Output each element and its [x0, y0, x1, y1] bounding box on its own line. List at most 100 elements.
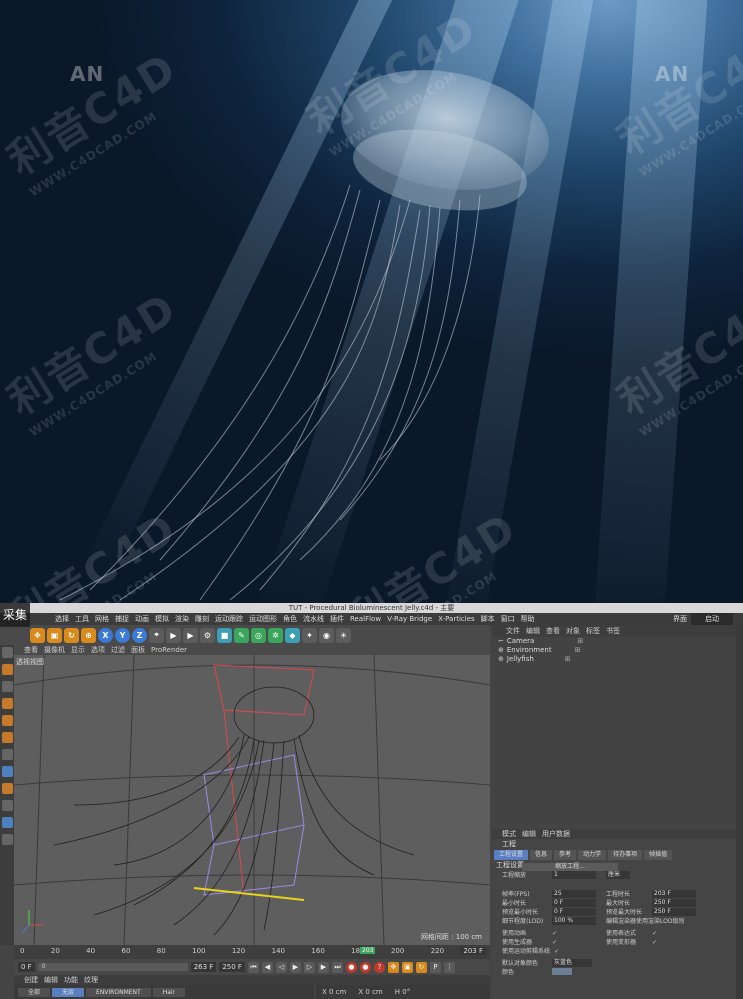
menu-item[interactable]: 模拟 [155, 613, 169, 625]
object-menu-item[interactable]: 文件 [506, 625, 520, 637]
render-settings-icon[interactable]: ⚙ [200, 627, 215, 643]
object-menu-item[interactable]: 对象 [566, 625, 580, 637]
z-axis-lock[interactable]: Z [132, 627, 147, 643]
menu-item[interactable]: 选择 [55, 613, 69, 625]
texture-mode-icon[interactable] [1, 681, 13, 692]
preview-max-input[interactable]: 250 F [652, 908, 696, 916]
prev-key-icon[interactable]: ◀ [261, 961, 273, 973]
menu-item[interactable]: 雕刻 [195, 613, 209, 625]
menu-item[interactable]: 渲染 [175, 613, 189, 625]
menu-item[interactable]: 脚本 [481, 613, 495, 625]
menu-item[interactable]: 窗口 [501, 613, 515, 625]
lock-icon[interactable] [1, 800, 13, 811]
viewport-menu-item[interactable]: 过滤 [111, 645, 125, 655]
tab-project-settings[interactable]: 工程设置 [494, 850, 529, 860]
menu-item[interactable]: 运动跟踪 [215, 613, 243, 625]
cube-primitive-icon[interactable]: ■ [217, 627, 232, 643]
default-color-dropdown[interactable]: 灰蓝色 [552, 959, 592, 967]
menu-item[interactable]: 帮助 [521, 613, 535, 625]
coord-size-x[interactable]: X 0 cm [358, 985, 382, 999]
object-visibility-icon[interactable]: ⊞ [577, 637, 583, 646]
deformer-icon[interactable]: ◆ [285, 627, 300, 643]
use-animation-checkbox[interactable]: ✓ [552, 929, 562, 938]
attr-menu-item[interactable]: 模式 [502, 829, 516, 839]
viewport-menu-item[interactable]: 选项 [91, 645, 105, 655]
project-length-input[interactable]: 203 F [652, 890, 696, 898]
model-mode-icon[interactable] [1, 664, 13, 675]
next-key-icon[interactable]: ▶ [317, 961, 329, 973]
prev-frame-icon[interactable]: ◁ [275, 961, 287, 973]
start-frame-field[interactable]: 0 F [18, 962, 35, 972]
tab-no-layer[interactable]: 无层 [52, 987, 85, 997]
menu-item[interactable]: 角色 [283, 613, 297, 625]
preview-max-field[interactable]: 263 F [190, 962, 217, 972]
tab-hair[interactable]: Hair [152, 987, 186, 997]
menu-item[interactable]: 捕捉 [115, 613, 129, 625]
max-time-input[interactable]: 250 F [652, 899, 696, 907]
frame-range-slider[interactable]: 0 [37, 963, 188, 971]
record-icon[interactable]: ● [345, 961, 357, 973]
tab-environment[interactable]: ENVIRONMENT [86, 987, 151, 997]
y-axis-lock[interactable]: Y [115, 627, 130, 643]
object-row-jellyfish[interactable]: ⊕ Jellyfish ⊞ [492, 655, 736, 664]
current-frame-marker[interactable]: 203 [360, 947, 376, 954]
preview-min-input[interactable]: 0 F [552, 908, 596, 916]
attr-menu-item[interactable]: 用户数据 [542, 829, 570, 839]
color-swatch[interactable] [552, 968, 572, 975]
go-to-start-icon[interactable]: ⏮ [247, 961, 259, 973]
viewport-menu-item[interactable]: 摄像机 [44, 645, 65, 655]
menu-item[interactable]: X-Particles [438, 613, 474, 625]
menu-item[interactable]: 网格 [95, 613, 109, 625]
material-menu-item[interactable]: 创建 [24, 975, 38, 985]
move-tool-icon[interactable]: ✥ [30, 627, 45, 643]
render-picture-viewer-icon[interactable]: ▶ [183, 627, 198, 643]
menu-item[interactable]: 流水线 [303, 613, 324, 625]
menu-item[interactable]: 工具 [75, 613, 89, 625]
layout-dropdown[interactable]: 启动 [691, 613, 733, 625]
scale-project-button[interactable]: 缩放工程... [522, 863, 618, 871]
pla-key-icon[interactable]: ⋮ [443, 961, 455, 973]
tab-dynamics[interactable]: 动力学 [578, 850, 607, 860]
use-motion-system-checkbox[interactable]: ✓ [554, 947, 564, 956]
sculpt-icon[interactable] [1, 817, 13, 828]
coordinate-system-icon[interactable]: ⌖ [149, 627, 164, 643]
points-mode-icon[interactable] [1, 698, 13, 709]
coord-position-x[interactable]: X 0 cm [322, 985, 346, 999]
viewport-menu-item[interactable]: 面板 [131, 645, 145, 655]
x-axis-lock[interactable]: X [98, 627, 113, 643]
keyframe-selection-icon[interactable]: ? [373, 961, 385, 973]
array-icon[interactable]: ✲ [268, 627, 283, 643]
autokey-icon[interactable]: ● [359, 961, 371, 973]
spline-pen-icon[interactable]: ✎ [234, 627, 249, 643]
menu-item[interactable]: 插件 [330, 613, 344, 625]
object-menu-item[interactable]: 查看 [546, 625, 560, 637]
use-expressions-checkbox[interactable]: ✓ [652, 929, 662, 938]
viewport-menu-item[interactable]: 查看 [24, 645, 38, 655]
object-menu-item[interactable]: 书签 [606, 625, 620, 637]
camera-icon[interactable]: ◉ [319, 627, 334, 643]
timeline-end-field[interactable]: 203 F [460, 947, 486, 955]
next-frame-icon[interactable]: ▷ [303, 961, 315, 973]
light-icon[interactable]: ☀ [336, 627, 351, 643]
axis-mode-icon[interactable] [1, 749, 13, 760]
param-key-icon[interactable]: P [429, 961, 441, 973]
tab-all[interactable]: 全部 [18, 987, 51, 997]
select-mode-icon[interactable] [1, 647, 13, 658]
render-view-icon[interactable]: ▶ [166, 627, 181, 643]
position-key-icon[interactable]: ✥ [387, 961, 399, 973]
edges-mode-icon[interactable] [1, 715, 13, 726]
lod-input[interactable]: 100 % [552, 917, 596, 925]
play-icon[interactable]: ▶ [289, 961, 301, 973]
rotate-tool-icon[interactable]: ↻ [64, 627, 79, 643]
tab-todo[interactable]: 待办事项 [608, 850, 643, 860]
object-visibility-icon[interactable]: ⊞ [565, 655, 571, 664]
object-row-environment[interactable]: ⊕ Environment ⊞ [492, 646, 736, 655]
snap-icon[interactable] [1, 766, 13, 777]
nurbs-icon[interactable]: ◎ [251, 627, 266, 643]
object-row-camera[interactable]: ⌐ Camera ⊞ [492, 637, 736, 646]
scene-icon[interactable]: ✦ [302, 627, 317, 643]
perspective-viewport[interactable]: 透视视图 网格间距 : 100 cm [14, 655, 490, 945]
tab-reference[interactable]: 参考 [554, 850, 577, 860]
use-generators-checkbox[interactable]: ✓ [552, 938, 562, 947]
object-menu-item[interactable]: 编辑 [526, 625, 540, 637]
